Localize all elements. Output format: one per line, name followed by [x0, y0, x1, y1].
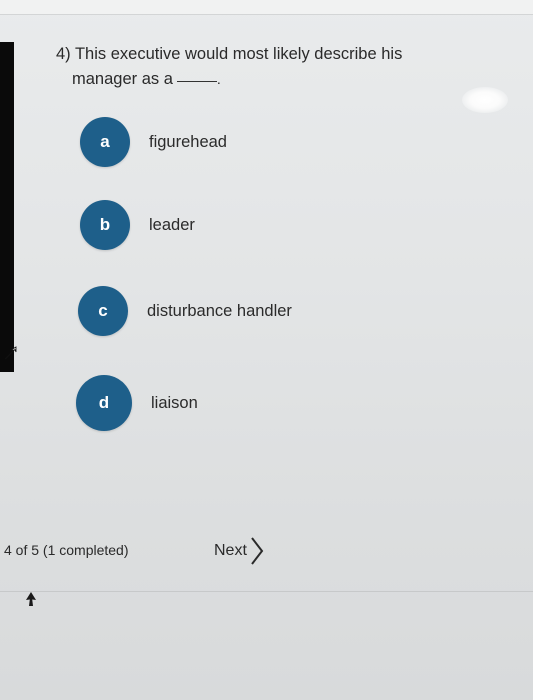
mouse-pointer-icon: [26, 592, 36, 606]
answer-blank: [176, 77, 217, 82]
option-c[interactable]: c disturbance handler: [78, 286, 292, 336]
option-c-label: disturbance handler: [147, 301, 292, 320]
option-b[interactable]: b leader: [80, 200, 195, 250]
progress-text: 4 of 5 (1 completed): [4, 542, 129, 558]
question-text: 4) This executive would most likely desc…: [56, 45, 403, 88]
option-d-bubble[interactable]: d: [76, 375, 132, 431]
screen-glare: [462, 87, 508, 113]
option-d[interactable]: d liaison: [76, 375, 198, 431]
option-d-label: liaison: [151, 393, 198, 412]
top-strip: [0, 0, 533, 15]
question-line-1: 4) This executive would most likely desc…: [56, 45, 403, 63]
chevron-right-icon: [251, 537, 264, 565]
footer-divider: [0, 591, 533, 592]
option-b-label: leader: [149, 215, 195, 234]
option-b-bubble[interactable]: b: [80, 200, 130, 250]
option-a-bubble[interactable]: a: [80, 117, 130, 167]
next-label: Next: [214, 542, 247, 559]
next-button[interactable]: Next: [214, 535, 265, 567]
option-a-label: figurehead: [149, 132, 227, 151]
resize-cursor-icon: [4, 346, 17, 360]
option-a[interactable]: a figurehead: [80, 117, 227, 167]
question-line-2: manager as a: [72, 70, 173, 88]
left-bezel: [0, 42, 14, 372]
option-c-bubble[interactable]: c: [78, 286, 128, 336]
